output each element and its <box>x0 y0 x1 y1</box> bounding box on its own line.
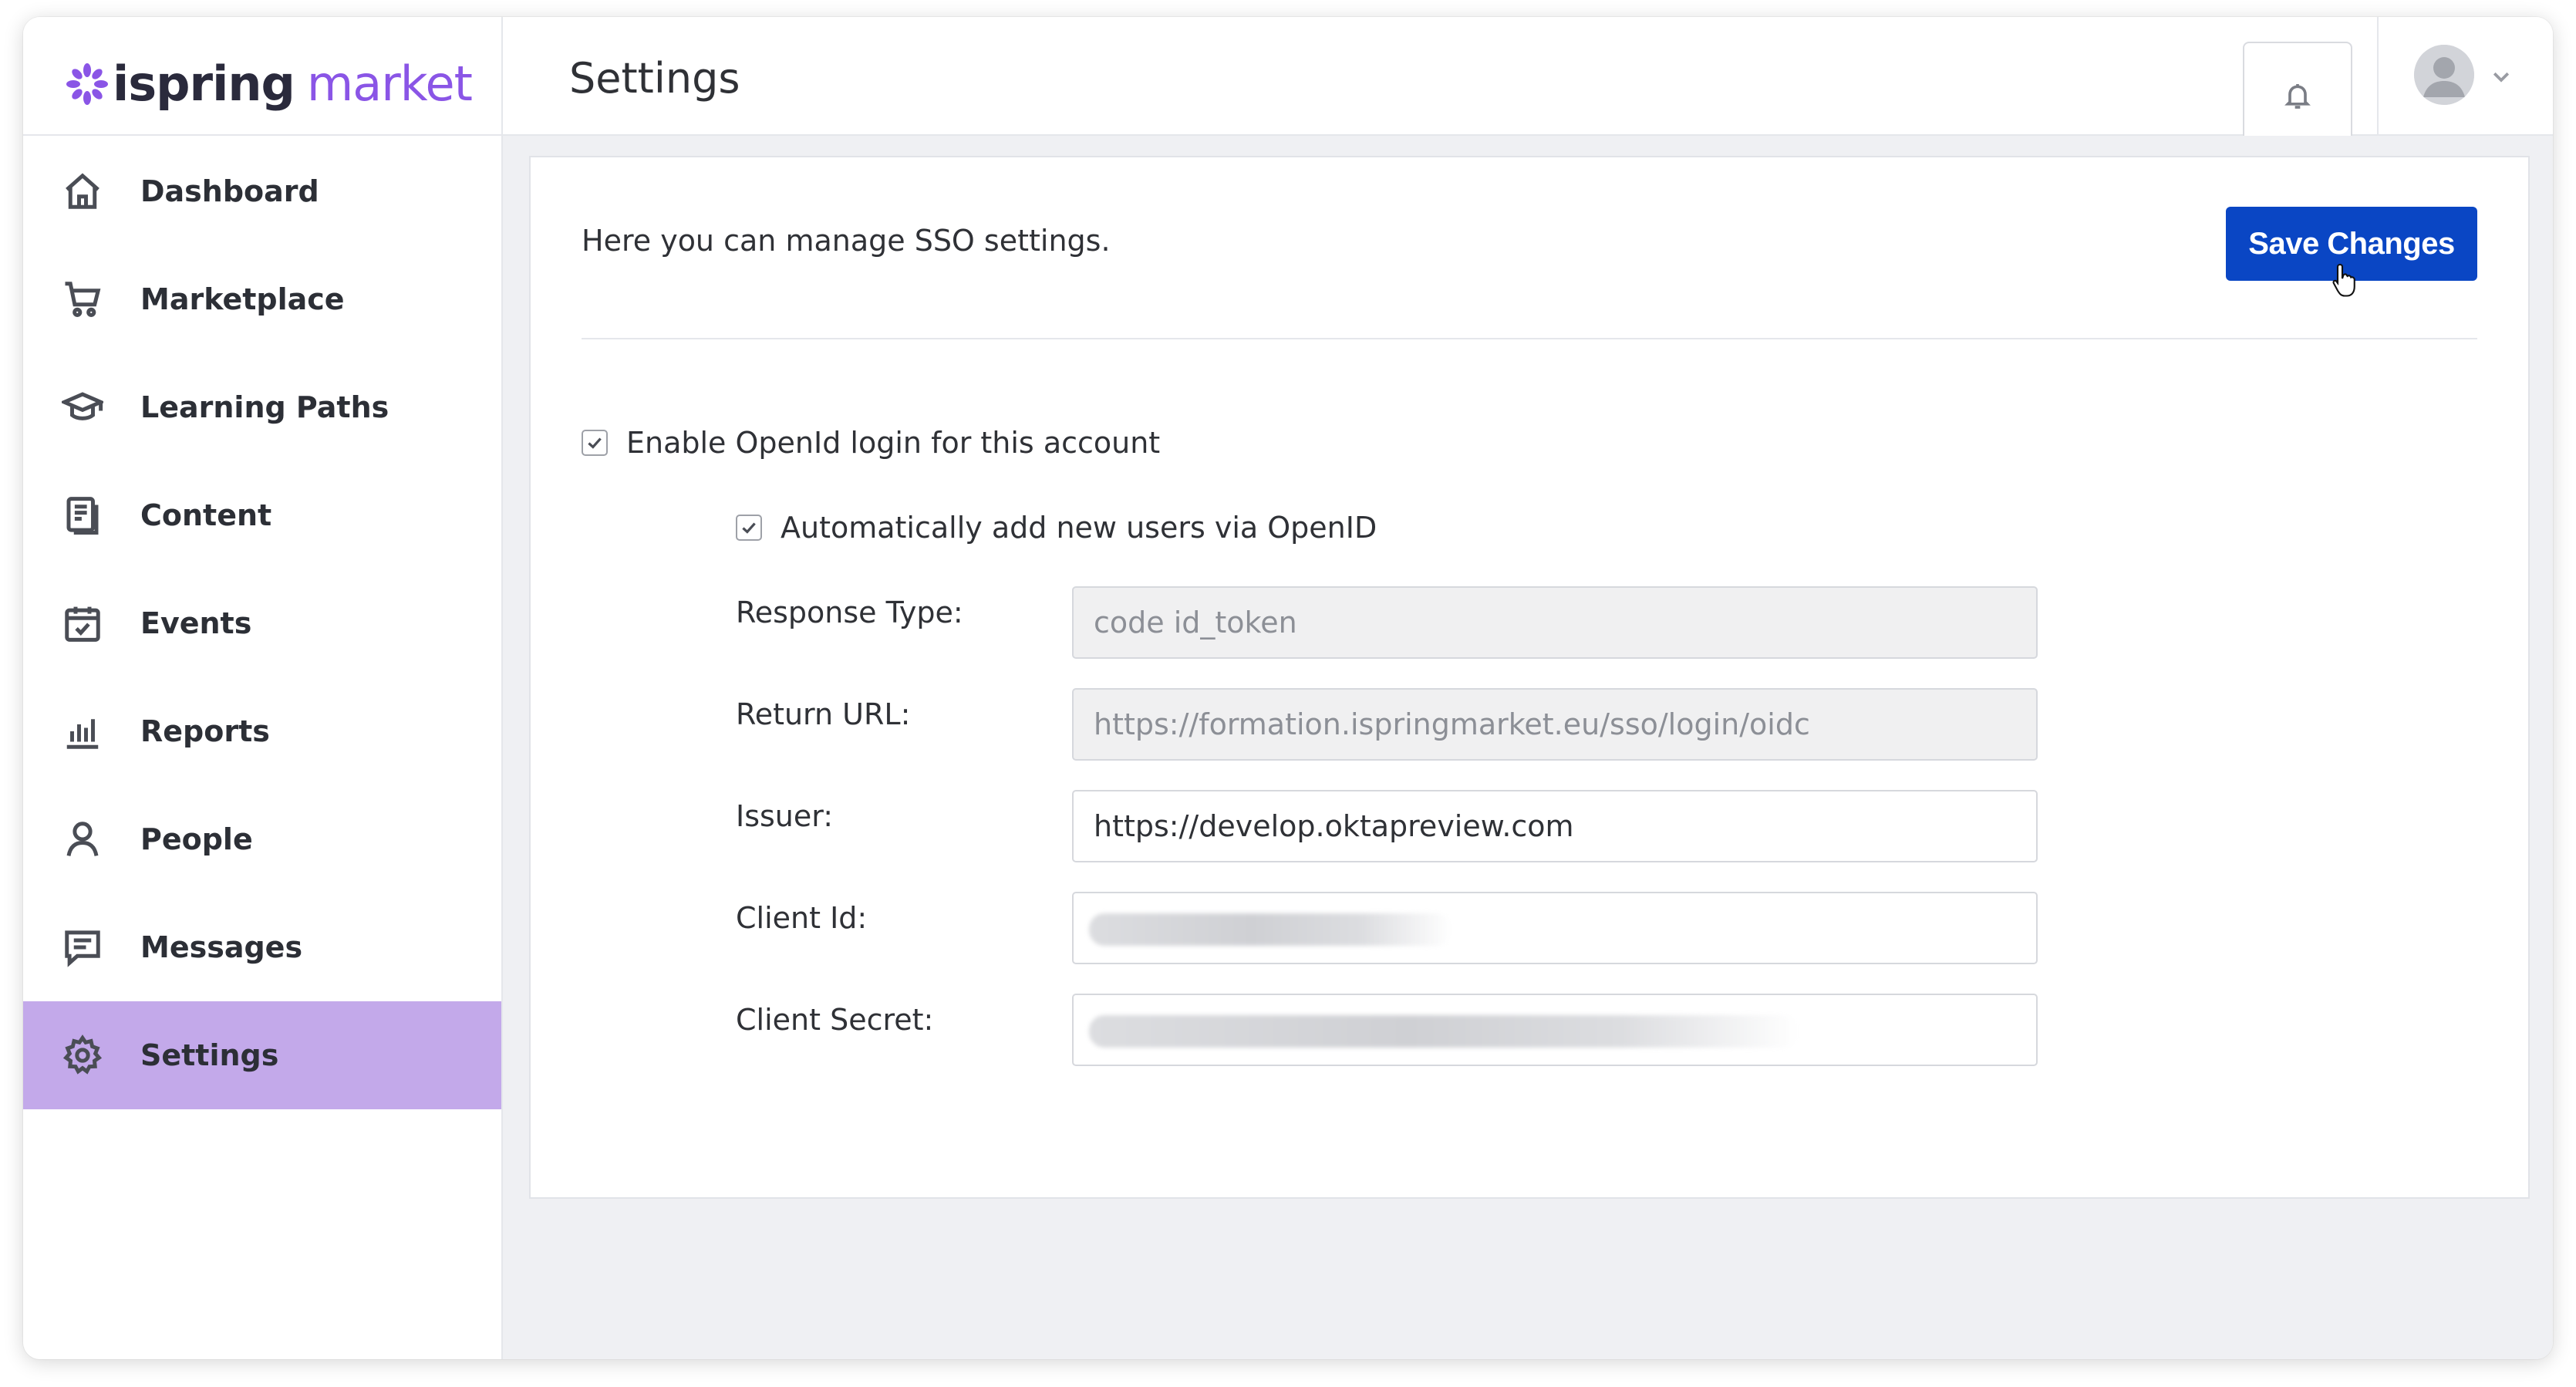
brand-name-ispring: ispring <box>113 56 295 112</box>
brand-logo[interactable]: ispring market <box>65 51 473 117</box>
return-url-field[interactable]: https://formation.ispringmarket.eu/sso/l… <box>1072 688 2038 761</box>
return-url-label: Return URL: <box>736 697 911 731</box>
sidebar-item-people[interactable]: People <box>23 785 501 893</box>
sidebar-item-events[interactable]: Events <box>23 569 501 677</box>
bell-icon <box>2284 84 2311 109</box>
redacted-value <box>1089 913 1452 946</box>
client-id-label: Client Id: <box>736 901 868 935</box>
section-divider <box>582 338 2477 339</box>
issuer-field[interactable]: https://develop.oktapreview.com <box>1072 790 2038 862</box>
sidebar-item-dashboard[interactable]: Dashboard <box>23 137 501 245</box>
client-secret-label: Client Secret: <box>736 1003 934 1037</box>
document-icon <box>60 493 105 538</box>
sidebar-item-label: Content <box>140 498 272 532</box>
bar-chart-icon <box>60 709 105 754</box>
enable-openid-row[interactable]: Enable OpenId login for this account <box>582 426 1160 460</box>
gear-icon <box>60 1033 105 1078</box>
sidebar-item-content[interactable]: Content <box>23 461 501 569</box>
sidebar-item-settings[interactable]: Settings <box>23 1001 501 1109</box>
hand-cursor-icon <box>2332 263 2355 297</box>
sidebar-item-label: Settings <box>140 1038 279 1072</box>
brand-name-market: market <box>306 56 473 112</box>
auto-add-users-checkbox[interactable] <box>736 515 762 541</box>
enable-openid-label: Enable OpenId login for this account <box>626 426 1161 460</box>
ispring-flower-icon <box>66 63 108 105</box>
main-area: Here you can manage SSO settings. Save C… <box>503 136 2553 1359</box>
app-window: ispring market Dashboard Marketplace Lea… <box>23 17 2553 1359</box>
sidebar-item-label: Learning Paths <box>140 390 389 424</box>
cart-icon <box>60 277 105 322</box>
sidebar-item-label: Dashboard <box>140 174 319 208</box>
response-type-field[interactable]: code id_token <box>1072 586 2038 659</box>
sidebar-item-label: Reports <box>140 714 270 748</box>
sso-intro-text: Here you can manage SSO settings. <box>582 224 1111 258</box>
page-title: Settings <box>569 54 740 103</box>
sidebar-item-label: Marketplace <box>140 282 345 316</box>
chevron-down-icon <box>2493 72 2510 83</box>
sidebar: ispring market Dashboard Marketplace Lea… <box>23 17 503 1359</box>
top-bar: Settings <box>503 17 2553 150</box>
person-icon <box>60 817 105 862</box>
sidebar-item-reports[interactable]: Reports <box>23 677 501 785</box>
topbar-divider <box>2377 17 2379 136</box>
auto-add-users-row[interactable]: Automatically add new users via OpenID <box>736 511 1377 545</box>
user-avatar-icon <box>2414 45 2474 105</box>
sidebar-item-label: Messages <box>140 930 303 964</box>
issuer-label: Issuer: <box>736 799 834 833</box>
calendar-check-icon <box>60 601 105 646</box>
enable-openid-checkbox[interactable] <box>582 430 608 456</box>
message-icon <box>60 925 105 970</box>
graduation-cap-icon <box>60 385 105 430</box>
checkmark-icon <box>742 522 756 534</box>
response-type-label: Response Type: <box>736 596 963 629</box>
sidebar-item-label: People <box>140 822 253 856</box>
sidebar-item-learning-paths[interactable]: Learning Paths <box>23 353 501 461</box>
auto-add-users-label: Automatically add new users via OpenID <box>781 511 1377 545</box>
home-icon <box>60 169 105 214</box>
redacted-value <box>1089 1015 1799 1048</box>
sidebar-item-messages[interactable]: Messages <box>23 893 501 1001</box>
sidebar-item-marketplace[interactable]: Marketplace <box>23 245 501 353</box>
sidebar-item-label: Events <box>140 606 252 640</box>
client-id-field[interactable] <box>1072 892 2038 964</box>
sidebar-nav: Dashboard Marketplace Learning Paths Con… <box>23 137 501 1109</box>
checkmark-icon <box>588 437 602 449</box>
notifications-button[interactable] <box>2243 42 2352 150</box>
avatar[interactable] <box>2414 45 2474 105</box>
sso-settings-card: Here you can manage SSO settings. Save C… <box>529 156 2530 1199</box>
account-menu-chevron[interactable] <box>2490 65 2513 88</box>
client-secret-field[interactable] <box>1072 994 2038 1066</box>
